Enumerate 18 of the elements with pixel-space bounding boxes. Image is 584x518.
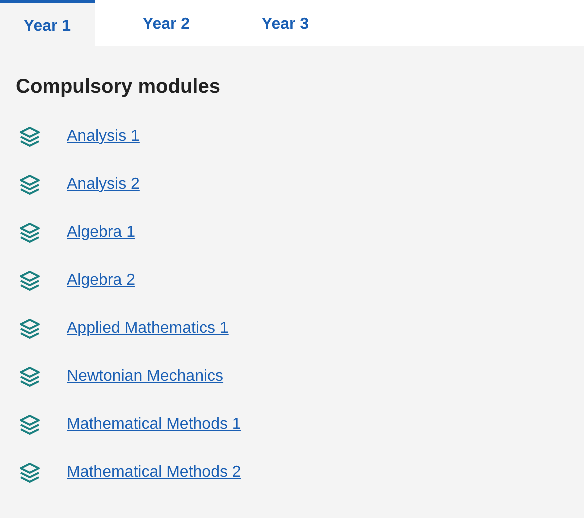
module-link[interactable]: Analysis 1 (67, 128, 140, 146)
module-link[interactable]: Analysis 2 (67, 176, 140, 194)
module-link[interactable]: Algebra 1 (67, 224, 136, 242)
layers-icon (19, 126, 41, 148)
layers-icon (19, 222, 41, 244)
module-link[interactable]: Newtonian Mechanics (67, 368, 224, 386)
layers-icon (19, 462, 41, 484)
module-link[interactable]: Applied Mathematics 1 (67, 320, 229, 338)
module-link[interactable]: Algebra 2 (67, 272, 136, 290)
layers-icon (19, 174, 41, 196)
year-tab[interactable]: Year 1 (0, 0, 95, 46)
layers-icon (19, 318, 41, 340)
layers-icon (19, 366, 41, 388)
section-heading: Compulsory modules (16, 76, 222, 99)
module-link[interactable]: Mathematical Methods 1 (67, 416, 242, 434)
module-link[interactable]: Mathematical Methods 2 (67, 464, 242, 482)
layers-icon (19, 270, 41, 292)
layers-icon (19, 414, 41, 436)
